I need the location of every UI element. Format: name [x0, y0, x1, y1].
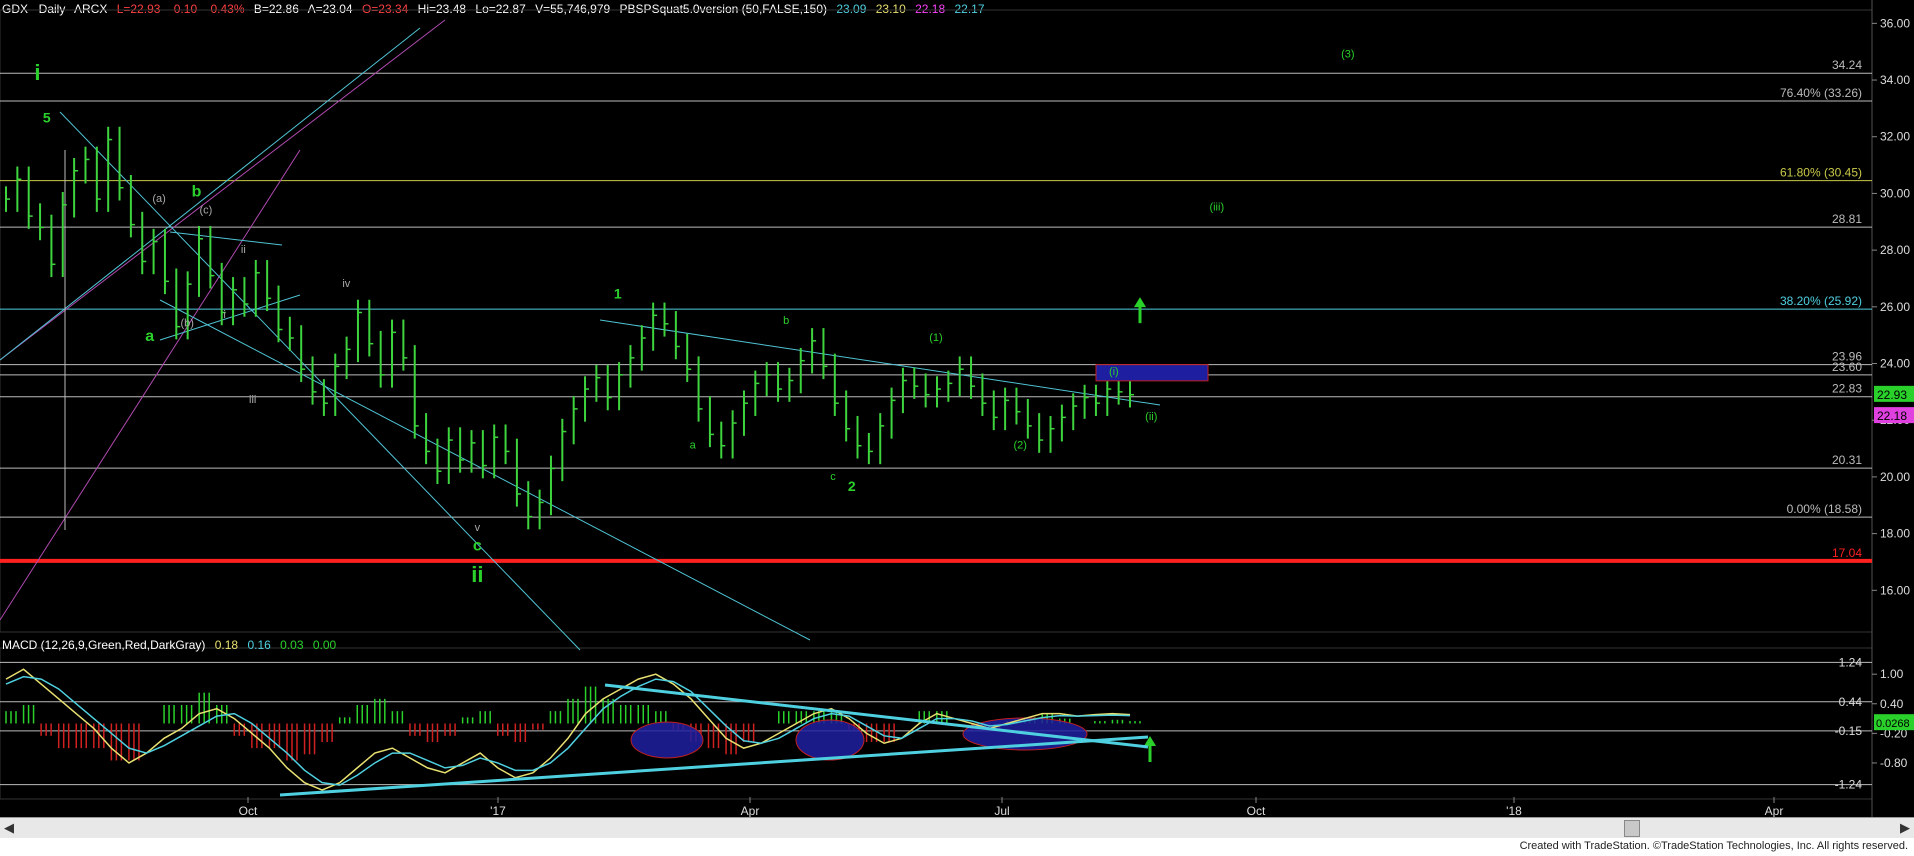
price-tick-label: 36.00	[1880, 16, 1910, 30]
wave-label: b	[192, 183, 202, 200]
price-tick-label: 26.00	[1880, 300, 1910, 314]
wave-label: 2	[848, 478, 856, 494]
macd-tag-label: 0.0268	[1876, 718, 1910, 730]
price-tick-label: 30.00	[1880, 186, 1910, 200]
price-tick-label: 28.00	[1880, 243, 1910, 257]
macd-tick-label: 0.40	[1880, 697, 1904, 711]
fib-level-label: 38.20% (25.92)	[1780, 294, 1862, 308]
price-tick-label: 34.00	[1880, 73, 1910, 87]
macd-header: MACD (12,26,9,Green,Red,DarkGray) 0.18 0…	[2, 638, 342, 652]
macd-value: 0.18	[214, 638, 239, 652]
price-tick-label: 32.00	[1880, 130, 1910, 144]
fib-level-label: 22.83	[1832, 382, 1862, 396]
fib-level-label: 76.40% (33.26)	[1780, 86, 1862, 100]
macd-value: 0.00	[312, 638, 337, 652]
footer: Created with TradeStation. ©TradeStation…	[0, 838, 1914, 856]
macd-tick-label: 1.00	[1880, 667, 1904, 681]
fib-level-label: 17.04	[1832, 546, 1862, 560]
wave-label: (a)	[152, 193, 165, 205]
fib-level-label: 61.80% (30.45)	[1780, 166, 1862, 180]
fib-level-label: 20.31	[1832, 453, 1862, 467]
credit-text: Created with TradeStation. ©TradeStation…	[1519, 840, 1908, 852]
time-tick-label: Apr	[741, 804, 760, 817]
last-price-tag-label: 22.93	[1877, 388, 1907, 402]
wave-label: i	[34, 60, 40, 85]
wave-label: b	[783, 315, 789, 327]
wave-label: (b)	[180, 318, 193, 330]
wave-label: 1	[614, 285, 622, 301]
price-tick-label: 18.00	[1880, 527, 1910, 541]
wave-label: (1)	[929, 332, 942, 344]
time-tick-label: Jul	[994, 804, 1009, 817]
time-tick-label: '17	[490, 804, 506, 817]
wave-label: i	[223, 309, 225, 321]
macd-level-label: 0.44	[1839, 695, 1863, 709]
wave-label: (iii)	[1209, 201, 1224, 213]
scroll-thumb[interactable]	[1624, 820, 1640, 837]
wave-label: 5	[43, 110, 51, 126]
time-tick-label: Oct	[1247, 804, 1266, 817]
fib-level-label: 28.81	[1832, 212, 1862, 226]
trend-line	[599, 319, 1161, 406]
macd-highlight-ellipse	[795, 719, 865, 761]
time-tick-label: '18	[1506, 804, 1522, 817]
fib-level-label: 23.60	[1832, 360, 1862, 374]
wave-label: (c)	[200, 204, 213, 216]
wave-label: a	[690, 440, 697, 452]
scroll-left-icon[interactable]: ◀	[4, 820, 14, 836]
fib-level-label: 0.00% (18.58)	[1787, 502, 1862, 516]
time-tick-label: Apr	[1765, 804, 1784, 817]
macd-tick-label: -0.80	[1880, 756, 1908, 770]
last-price-tag-label: 22.18	[1877, 409, 1907, 423]
wave-label: (ii)	[1145, 411, 1157, 423]
wave-label: (i)	[1109, 366, 1119, 378]
macd-level-label: -1.24	[1835, 778, 1863, 792]
wave-label: ii	[471, 562, 483, 587]
trend-line	[0, 149, 301, 621]
price-tick-label: 24.00	[1880, 357, 1910, 371]
trend-line	[59, 111, 581, 651]
wave-label: ii	[241, 244, 246, 256]
wave-label: (2)	[1014, 440, 1027, 452]
price-tick-label: 16.00	[1880, 583, 1910, 597]
scroll-right-icon[interactable]: ▶	[1900, 820, 1910, 836]
fib-level-label: 34.24	[1832, 58, 1862, 72]
wave-label: iii	[249, 394, 256, 406]
wave-label: (3)	[1341, 48, 1354, 60]
macd-level-label: -0.15	[1835, 724, 1863, 738]
macd-value: 0.16	[247, 638, 271, 652]
macd-highlight-ellipse	[630, 721, 704, 759]
up-arrow-icon	[1134, 297, 1146, 308]
price-panel-frame	[0, 9, 1873, 633]
wave-label: c	[473, 538, 482, 555]
wave-label: iv	[342, 278, 350, 290]
trend-line	[159, 299, 811, 641]
macd-level-label: 1.24	[1839, 655, 1863, 669]
macd-label: MACD (12,26,9,Green,Red,DarkGray)	[2, 638, 206, 652]
macd-value: 0.03	[280, 638, 304, 652]
horizontal-scrollbar[interactable]: ◀ ▶	[0, 817, 1914, 838]
price-chart[interactable]: 16.0018.0020.0022.0024.0026.0028.0030.00…	[0, 0, 1914, 817]
macd-line	[5, 668, 1131, 791]
wave-label: a	[145, 328, 154, 345]
wave-label: c	[830, 471, 836, 483]
price-tick-label: 20.00	[1880, 470, 1910, 484]
wave-label: v	[475, 522, 481, 534]
time-tick-label: Oct	[239, 804, 258, 817]
